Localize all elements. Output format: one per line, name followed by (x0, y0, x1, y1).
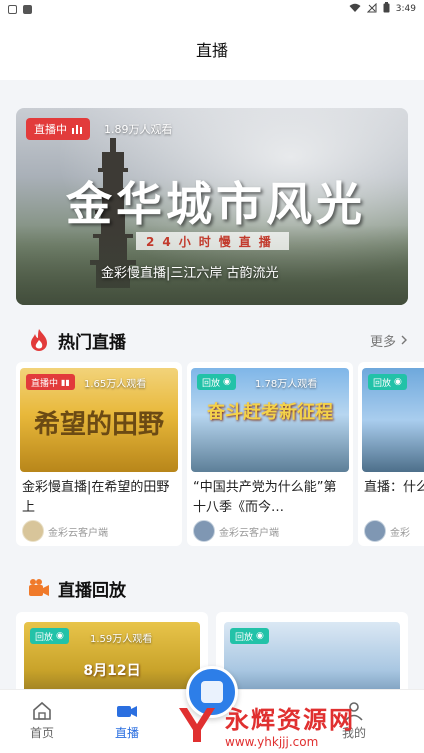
card-source: 金彩云客户端 (193, 520, 279, 542)
play-circle-icon: ◉ (256, 631, 264, 641)
avatar (364, 520, 386, 542)
card-viewer-count: 1.59万人观看 (90, 634, 153, 645)
play-circle-icon: ◉ (223, 377, 231, 387)
card-art-text: 希望的田野 (33, 410, 164, 440)
live-card[interactable]: 直播中 ▮▮ 1.65万人观看 希望的田野 金彩慢直播|在希望的田野上 金彩云客… (16, 362, 182, 546)
hero-viewer-count: 1.89万人观看 (104, 123, 173, 136)
card-title: 直播：什么能” (364, 480, 424, 495)
chevron-right-icon (401, 335, 407, 345)
play-circle-icon: ◉ (394, 377, 402, 387)
card-thumbnail: 回放 ◉ (224, 622, 400, 692)
hot-live-title: 热门直播 (58, 332, 126, 353)
card-art-text: 奋斗赶考新征程 (207, 402, 333, 423)
replay-badge: 回放 ◉ (368, 374, 407, 390)
site-watermark: 永辉资源网 www.yhkjjj.com (175, 698, 415, 750)
home-icon (33, 701, 51, 720)
card-viewer-count: 1.78万人观看 (255, 379, 318, 390)
card-thumbnail: 直播中 ▮▮ 1.65万人观看 希望的田野 (20, 368, 178, 472)
flame-icon (31, 329, 47, 351)
live-bars-icon: ▮▮ (61, 377, 70, 387)
live-card[interactable]: 回放 ◉ 1.78万人观看 奋斗赶考新征程 “中国共产党为什么能”第十八季《而今… (187, 362, 353, 546)
tab-live[interactable]: 直播 (97, 700, 157, 741)
notification-icon (8, 4, 17, 14)
battery-icon (383, 2, 390, 16)
hot-live-list: 直播中 ▮▮ 1.65万人观看 希望的田野 金彩慢直播|在希望的田野上 金彩云客… (16, 362, 424, 552)
status-time: 3:49 (395, 4, 416, 14)
hero-title: 金华城市风光 (66, 177, 366, 231)
status-bar: 3:49 (0, 0, 424, 18)
card-thumbnail: 回放 ◉ 1.59万人观看 8月12日 (24, 622, 200, 692)
replay-badge: 回放 ◉ (230, 628, 269, 644)
replay-badge: 回放 ◉ (30, 628, 69, 644)
card-source: 金彩 (364, 520, 410, 542)
hero-caption: 金彩慢直播|三江六岸 古韵流光 (101, 266, 279, 281)
avatar (193, 520, 215, 542)
replay-card[interactable]: 回放 ◉ (216, 612, 408, 692)
hero-live-banner[interactable]: 直播中 1.89万人观看 金华城市风光 24小时慢直播 金彩慢直播|三江六岸 古… (16, 108, 408, 305)
app-notification-icon (23, 4, 32, 14)
live-bars-icon (72, 124, 82, 134)
card-thumbnail: 回放 ◉ (362, 368, 424, 472)
video-camera-icon (29, 579, 49, 596)
card-thumbnail: 回放 ◉ 1.78万人观看 奋斗赶考新征程 (191, 368, 349, 472)
watermark-logo-icon (179, 708, 215, 742)
card-viewer-count: 1.65万人观看 (84, 379, 147, 390)
live-badge: 直播中 ▮▮ (26, 374, 75, 390)
more-link[interactable]: 更多 (370, 331, 408, 350)
wifi-icon (349, 3, 361, 16)
hot-live-header: 热门直播 更多 (28, 326, 408, 354)
card-title: 金彩慢直播|在希望的田野上 (22, 480, 170, 515)
tab-home[interactable]: 首页 (12, 700, 72, 741)
no-signal-icon (366, 2, 377, 16)
avatar (22, 520, 44, 542)
replay-card[interactable]: 回放 ◉ 1.59万人观看 8月12日 (16, 612, 208, 692)
replay-title: 直播回放 (58, 580, 126, 601)
live-badge: 直播中 (26, 118, 90, 140)
hero-subtitle-strip: 24小时慢直播 (136, 232, 289, 250)
live-card[interactable]: 回放 ◉ 直播：什么能” 金彩 (358, 362, 424, 546)
replay-badge: 回放 ◉ (197, 374, 236, 390)
watermark-name: 永辉资源网 (225, 705, 355, 734)
card-title: “中国共产党为什么能”第十八季《而今… (193, 480, 337, 515)
card-source: 金彩云客户端 (22, 520, 108, 542)
watermark-url: www.yhkjjj.com (225, 734, 319, 749)
page-header: 直播 (0, 18, 424, 80)
play-circle-icon: ◉ (56, 631, 64, 641)
video-icon (117, 706, 137, 717)
replay-header: 直播回放 (28, 574, 408, 602)
page-title: 直播 (195, 41, 228, 60)
card-art-text: 8月12日 (83, 663, 141, 679)
